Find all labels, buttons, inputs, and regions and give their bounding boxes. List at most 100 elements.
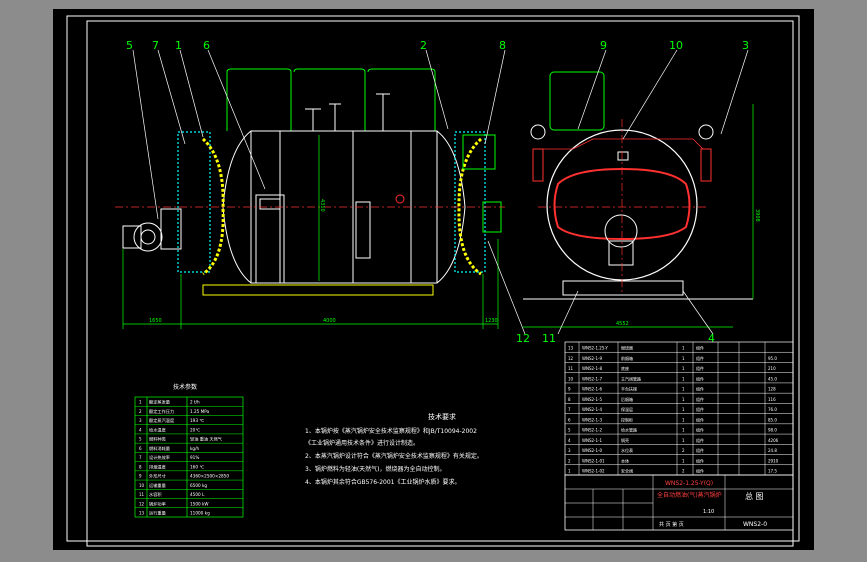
parts-cell: WNS2-1-01 <box>582 458 605 463</box>
feed-pump <box>355 201 371 259</box>
title-product: WNS2-1.25-Y(Q) <box>665 480 713 487</box>
parts-cell: 1 <box>682 376 685 381</box>
params-row-label: 设计热效率 <box>149 454 170 461</box>
parts-cell: 2 <box>568 458 571 463</box>
note-line-2: 《工业锅炉通用技术条件》进行设计制造。 <box>305 439 419 447</box>
note-line-3: 2、本蒸汽锅炉设计符合《蒸汽锅炉安全技术监察规程》有关规定。 <box>305 452 483 460</box>
params-row-index: 12 <box>139 501 145 506</box>
dim-front-height: 3908 <box>754 209 760 222</box>
parts-cell: WNS2-1-3 <box>582 417 602 422</box>
params-row-index: 5 <box>139 437 142 442</box>
params-row-label: 运输重量 <box>149 482 166 489</box>
params-row-label: 水容积 <box>149 491 162 498</box>
parts-cell: 后烟箱 <box>621 396 633 402</box>
parts-cell: 1 <box>568 469 571 474</box>
params-row-label: 排烟温度 <box>149 463 167 470</box>
parts-cell: 1 <box>682 356 685 361</box>
balloon-6: 6 <box>203 39 210 52</box>
parts-cell: 锅壳 <box>621 437 629 443</box>
params-table: 技术参数 1 额定蒸发量 2 t/h 2 额定工作压力 1.25 MPa 3 额定蒸汽温度 19… <box>134 383 244 518</box>
params-row-value: 20℃ <box>190 427 200 432</box>
dim-length-mid: 4000 <box>323 318 336 324</box>
parts-cell: 1 <box>682 387 685 392</box>
dim-length-right: 1230 <box>485 318 498 324</box>
parts-cell: 给水管路 <box>621 427 637 433</box>
parts-cell: 5 <box>568 428 571 433</box>
params-row-value: 2 t/h <box>190 400 200 405</box>
parts-cell: WNS2-1-8 <box>582 366 602 371</box>
parts-cell: WNS2-1.25-Y <box>582 346 608 351</box>
parts-cell: 8 <box>568 397 571 402</box>
parts-cell: WNS2-1-6 <box>582 387 602 392</box>
cad-viewport[interactable]: 1650 4000 1230 4310 4552 3908 5 7 1 6 2 … <box>53 9 814 550</box>
params-row-index: 3 <box>139 418 142 423</box>
params-row-value: kg/h <box>190 446 199 451</box>
parts-cell: 组件 <box>696 406 704 412</box>
parts-cell: 210 <box>768 366 776 371</box>
title-drawing-name: 总 图 <box>745 491 764 501</box>
parts-cell: 1 <box>682 346 685 351</box>
balloon-8: 8 <box>499 39 506 52</box>
parts-cell: 2 <box>682 469 685 474</box>
params-row-label: 给水温度 <box>149 426 167 433</box>
parts-cell: 组件 <box>696 386 704 392</box>
outer-frame <box>66 15 800 542</box>
params-row-index: 6 <box>139 446 142 451</box>
parts-cell: 24.8 <box>768 448 777 453</box>
parts-cell: 2 <box>682 448 685 453</box>
furnace-door <box>604 214 638 248</box>
parts-cell: WNS2-1-7 <box>582 376 602 381</box>
dim-height: 4310 <box>319 199 325 212</box>
parts-cell: 128 <box>768 387 776 392</box>
parts-cell: 11 <box>568 366 574 371</box>
parts-cell: 6 <box>568 417 571 422</box>
params-table-title: 技术参数 <box>173 383 197 391</box>
parts-cell: 116 <box>768 397 776 402</box>
balloon-2: 2 <box>420 39 427 52</box>
balloon-5: 5 <box>126 39 133 52</box>
front-base <box>562 280 684 296</box>
parts-cell: 1 <box>682 407 685 412</box>
params-row-index: 4 <box>139 427 142 432</box>
parts-cell: 控制柜 <box>621 416 633 422</box>
balloon-3: 3 <box>742 39 749 52</box>
title-drawing-no: WNS2-0 <box>743 521 767 528</box>
parts-cell: 组件 <box>696 447 704 453</box>
parts-cell: 组件 <box>696 345 704 351</box>
front-view: 4552 3908 <box>523 71 760 328</box>
parts-cell: 组件 <box>696 365 704 371</box>
parts-cell: 17.5 <box>768 469 777 474</box>
steam-valve <box>305 93 390 131</box>
parts-cell: 燃烧器 <box>621 345 633 351</box>
parts-cell: 组件 <box>696 468 704 474</box>
tech-notes: 技术要求 1、本锅炉按《蒸汽锅炉安全技术监察规程》和JB/T10094-2002… <box>305 412 483 486</box>
params-row-index: 1 <box>139 400 142 405</box>
parts-cell: 1 <box>682 458 685 463</box>
side-view: 1650 4000 1230 4310 <box>115 68 505 329</box>
leader-lines <box>132 49 749 335</box>
parts-cell: WNS2-1-9 <box>582 356 602 361</box>
note-line-5: 4、本锅炉其余符合GB576-2001《工业锅炉水质》要求。 <box>305 478 460 486</box>
params-row-value: 193 ℃ <box>190 418 204 423</box>
water-gauge-left <box>532 148 544 182</box>
boiler-assembly-drawing: 1650 4000 1230 4310 4552 3908 5 7 1 6 2 … <box>66 15 800 547</box>
parts-cell: 1 <box>682 417 685 422</box>
parts-cell: 12 <box>568 356 574 361</box>
params-row-index: 10 <box>139 483 145 488</box>
params-row-index: 8 <box>139 464 142 469</box>
parts-cell: 安全阀 <box>621 468 633 474</box>
parts-cell: WNS2-1-02 <box>582 469 605 474</box>
parts-list: 13 WNS2-1.25-Y 燃烧器 1 组件12 WNS2-1-9 前烟箱 1 组件 95.01… <box>564 341 794 476</box>
parts-cell: 2910 <box>768 458 779 463</box>
parts-cell: 本体 <box>621 457 629 463</box>
params-row-label: 额定蒸汽温度 <box>149 417 175 424</box>
parts-cell: 1 <box>682 366 685 371</box>
balloon-7: 7 <box>152 39 159 52</box>
params-row-value: 6500 kg <box>190 483 207 488</box>
title-block: WNS2-1.25-Y(Q) 全自动燃油(气)蒸汽锅炉 总 图 WNS2-0 1… <box>564 474 794 531</box>
params-row-index: 13 <box>139 511 145 516</box>
dim-front-width: 4552 <box>616 321 629 327</box>
parts-cell: 4206 <box>768 438 779 443</box>
burner-fan <box>133 222 163 252</box>
parts-cell: 13 <box>568 346 574 351</box>
